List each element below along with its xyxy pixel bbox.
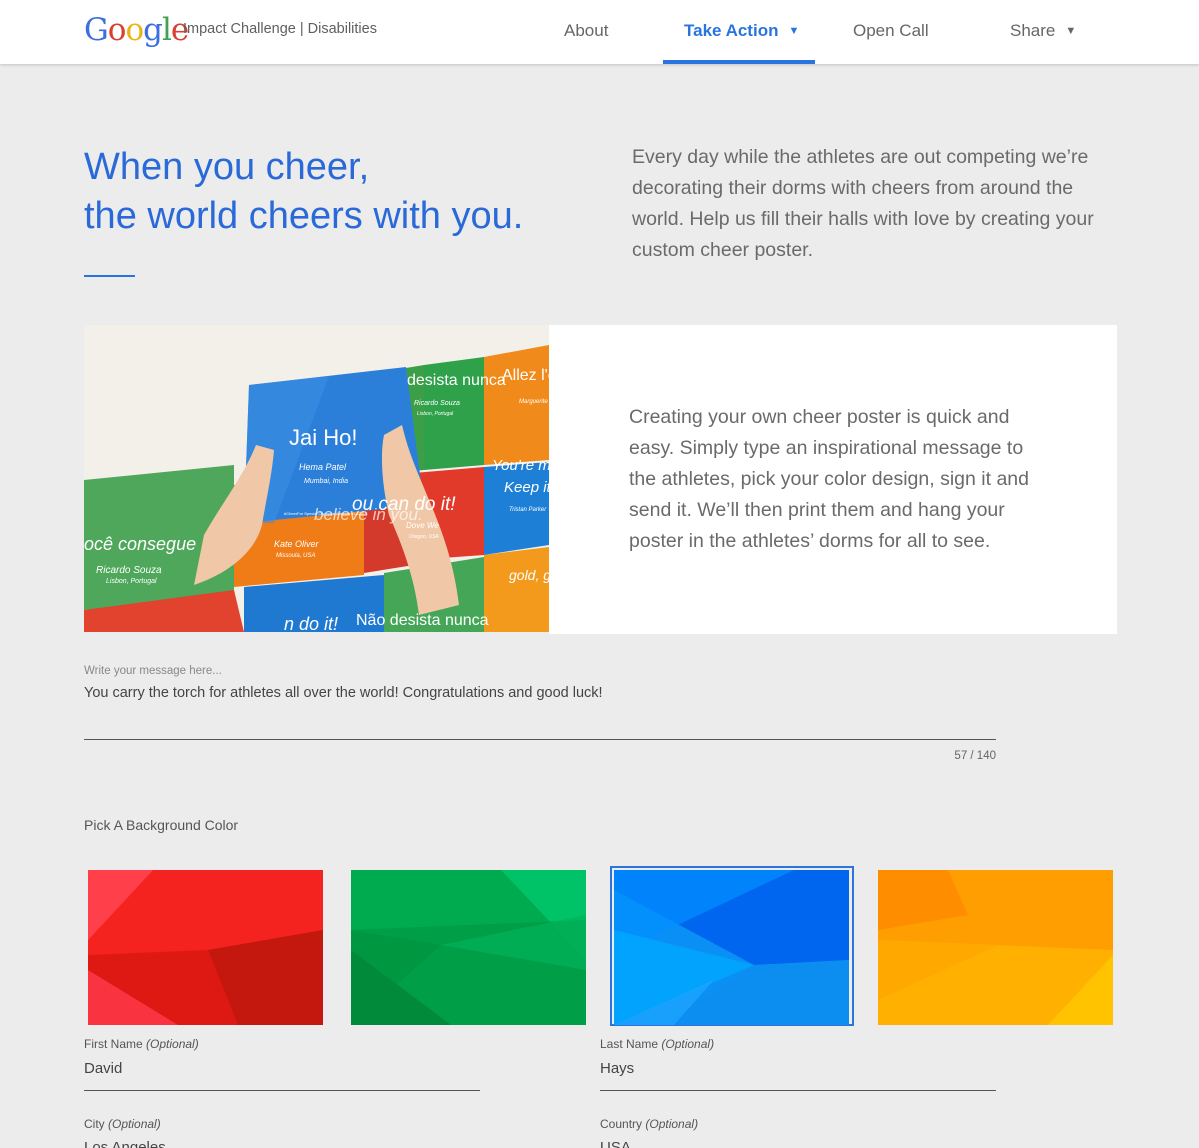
country-label: Country (Optional) xyxy=(600,1117,698,1131)
poster-kate-place: Missoula, USA xyxy=(276,553,315,559)
color-picker-label: Pick A Background Color xyxy=(84,817,239,833)
last-name-label: Last Name (Optional) xyxy=(600,1037,714,1051)
poster-fr-name: Marguerite xyxy=(519,399,548,405)
poster-en-text: You're my xyxy=(492,457,549,474)
nav-share[interactable]: Share ▼ xyxy=(1010,21,1076,41)
poster-voce-text: ocê conseguе xyxy=(84,534,196,554)
brand-subtitle: Impact Challenge | Disabilities xyxy=(183,21,377,37)
poster-pt-place: Lisbon, Portugal xyxy=(417,411,454,417)
logo-letter: G xyxy=(84,12,109,48)
poster-voce-name: Ricardo Souza xyxy=(96,565,162,576)
poster-pt-name: Ricardo Souza xyxy=(414,400,460,407)
hero-title-line-2: the world cheers with you. xyxy=(84,195,524,237)
caret-down-icon: ▼ xyxy=(788,25,800,37)
logo-letter: o xyxy=(107,12,127,48)
active-tab-indicator xyxy=(663,60,815,64)
optional-hint: (Optional) xyxy=(645,1117,699,1131)
last-name-input[interactable]: Hays xyxy=(600,1060,634,1077)
google-logo[interactable]: Google xyxy=(84,12,189,48)
optional-hint: (Optional) xyxy=(108,1117,161,1131)
poster-dove-place: Oregon, USA xyxy=(409,534,439,540)
nav-about[interactable]: About xyxy=(564,21,608,41)
nav-about-label: About xyxy=(564,21,609,40)
optional-hint: (Optional) xyxy=(661,1037,715,1051)
poster-kate-name: Kate Oliver xyxy=(274,539,320,549)
poster-nao-text: Não desista nunca xyxy=(356,612,489,629)
first-name-label: First Name (Optional) xyxy=(84,1037,199,1051)
poster-en-name: Tristan Parker xyxy=(509,507,547,513)
info-card: Creating your own cheer poster is quick … xyxy=(549,325,1117,634)
info-card-text: Creating your own cheer poster is quick … xyxy=(629,406,1029,552)
nav-take-action[interactable]: Take Action ▼ xyxy=(684,21,799,41)
nav-take-action-label: Take Action xyxy=(684,21,779,40)
first-name-input[interactable]: David xyxy=(84,1060,122,1077)
poster-en-text-2: Keep it u xyxy=(504,479,549,496)
logo-letter: o xyxy=(125,12,144,48)
color-swatch-green[interactable] xyxy=(351,870,586,1025)
color-swatch-orange[interactable] xyxy=(878,870,1113,1025)
first-name-underline xyxy=(84,1090,480,1091)
logo-letter: l xyxy=(161,12,172,48)
poster-main-name: Hema Patel xyxy=(299,462,347,472)
country-label-text: Country xyxy=(600,1117,643,1131)
color-swatch-red[interactable] xyxy=(88,870,323,1025)
country-input[interactable]: USA xyxy=(600,1139,631,1148)
top-nav-bar: Google Impact Challenge | Disabilities A… xyxy=(0,0,1199,64)
hero-title-line-1: When you cheer, xyxy=(84,146,370,188)
last-name-label-text: Last Name xyxy=(600,1037,659,1051)
caret-down-icon: ▼ xyxy=(1065,25,1077,37)
message-input-underline xyxy=(84,739,996,740)
city-label: City (Optional) xyxy=(84,1117,161,1131)
poster-main-place: Mumbai, India xyxy=(304,478,348,485)
poster-main-text: Jai Ho! xyxy=(289,425,357,450)
last-name-underline xyxy=(600,1090,996,1091)
city-input[interactable]: Los Angeles xyxy=(84,1139,166,1148)
poster-voce-place: Lisbon, Portugal xyxy=(106,578,157,585)
nav-share-label: Share xyxy=(1010,21,1056,40)
nav-open-call-label: Open Call xyxy=(853,21,929,40)
cheer-posters-photo: Jai Ho! Hema Patel Mumbai, India #CheerF… xyxy=(84,325,549,632)
first-name-label-text: First Name xyxy=(84,1037,143,1051)
logo-letter: g xyxy=(143,12,163,48)
poster-gold-text: gold, go xyxy=(509,567,549,583)
message-input[interactable]: You carry the torch for athletes all ove… xyxy=(84,685,603,701)
hero-description: Every day while the athletes are out com… xyxy=(632,146,1094,261)
nav-open-call[interactable]: Open Call xyxy=(853,21,929,41)
optional-hint: (Optional) xyxy=(146,1037,199,1051)
color-swatch-blue[interactable] xyxy=(614,870,849,1025)
poster-fr-text: Allez l'é xyxy=(502,367,549,384)
hero-divider xyxy=(84,275,135,277)
city-label-text: City xyxy=(84,1117,105,1131)
poster-believe-text: believe in you. xyxy=(314,505,423,524)
character-counter: 57 / 140 xyxy=(954,750,996,762)
poster-pt-text: desista nunca xyxy=(407,372,506,389)
hero-title: When you cheer, the world cheers with yo… xyxy=(84,143,604,241)
poster-do-text-2: n do it! xyxy=(284,614,338,632)
message-label: Write your message here... xyxy=(84,665,222,677)
